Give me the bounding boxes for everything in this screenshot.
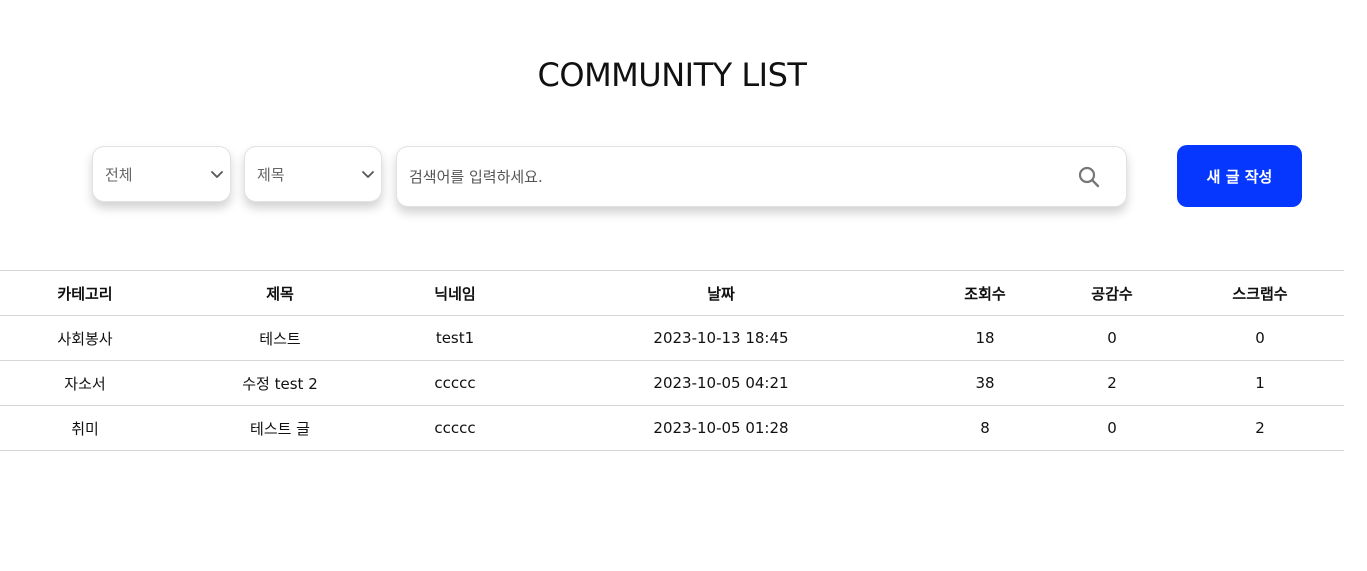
category-select-value: 전체 — [105, 166, 133, 184]
scraps-cell: 2 — [1176, 405, 1344, 451]
category-select[interactable]: 전체 — [92, 146, 231, 202]
scraps-cell: 0 — [1176, 315, 1344, 361]
category-cell: 취미 — [0, 405, 170, 451]
title-cell[interactable]: 테스트 글 — [170, 405, 390, 451]
field-select-value: 제목 — [257, 166, 285, 184]
nickname-cell: ccccc — [390, 360, 520, 406]
search-input[interactable] — [409, 161, 1049, 193]
column-header-nickname: 닉네임 — [390, 270, 520, 316]
views-cell: 8 — [922, 405, 1048, 451]
table-row[interactable]: 자소서 수정 test 2 ccccc 2023-10-05 04:21 38 … — [0, 360, 1344, 406]
column-header-scraps: 스크랩수 — [1176, 270, 1344, 316]
title-cell[interactable]: 수정 test 2 — [170, 360, 390, 406]
category-cell: 자소서 — [0, 360, 170, 406]
table-row[interactable]: 취미 테스트 글 ccccc 2023-10-05 01:28 8 0 2 — [0, 405, 1344, 451]
likes-cell: 0 — [1048, 315, 1176, 361]
views-cell: 38 — [922, 360, 1048, 406]
nickname-cell: test1 — [390, 315, 520, 361]
nickname-cell: ccccc — [390, 405, 520, 451]
chevron-down-icon — [211, 171, 223, 178]
page-title: COMMUNITY LIST — [537, 56, 807, 94]
views-cell: 18 — [922, 315, 1048, 361]
date-cell: 2023-10-05 04:21 — [520, 360, 922, 406]
scraps-cell: 1 — [1176, 360, 1344, 406]
field-select[interactable]: 제목 — [244, 146, 382, 202]
likes-cell: 0 — [1048, 405, 1176, 451]
search-icon[interactable] — [1077, 165, 1101, 189]
table-row[interactable]: 사회봉사 테스트 test1 2023-10-13 18:45 18 0 0 — [0, 315, 1344, 361]
column-header-category: 카테고리 — [0, 270, 170, 316]
chevron-down-icon — [362, 171, 374, 178]
search-bar — [396, 146, 1127, 207]
column-header-views: 조회수 — [922, 270, 1048, 316]
title-cell[interactable]: 테스트 — [170, 315, 390, 361]
post-table: 카테고리 제목 닉네임 날짜 조회수 공감수 스크랩수 사회봉사 테스트 tes… — [0, 270, 1344, 451]
column-header-likes: 공감수 — [1048, 270, 1176, 316]
likes-cell: 2 — [1048, 360, 1176, 406]
column-header-date: 날짜 — [520, 270, 922, 316]
new-post-button[interactable]: 새 글 작성 — [1177, 145, 1302, 207]
table-header-row: 카테고리 제목 닉네임 날짜 조회수 공감수 스크랩수 — [0, 270, 1344, 316]
date-cell: 2023-10-13 18:45 — [520, 315, 922, 361]
column-header-title: 제목 — [170, 270, 390, 316]
date-cell: 2023-10-05 01:28 — [520, 405, 922, 451]
category-cell: 사회봉사 — [0, 315, 170, 361]
